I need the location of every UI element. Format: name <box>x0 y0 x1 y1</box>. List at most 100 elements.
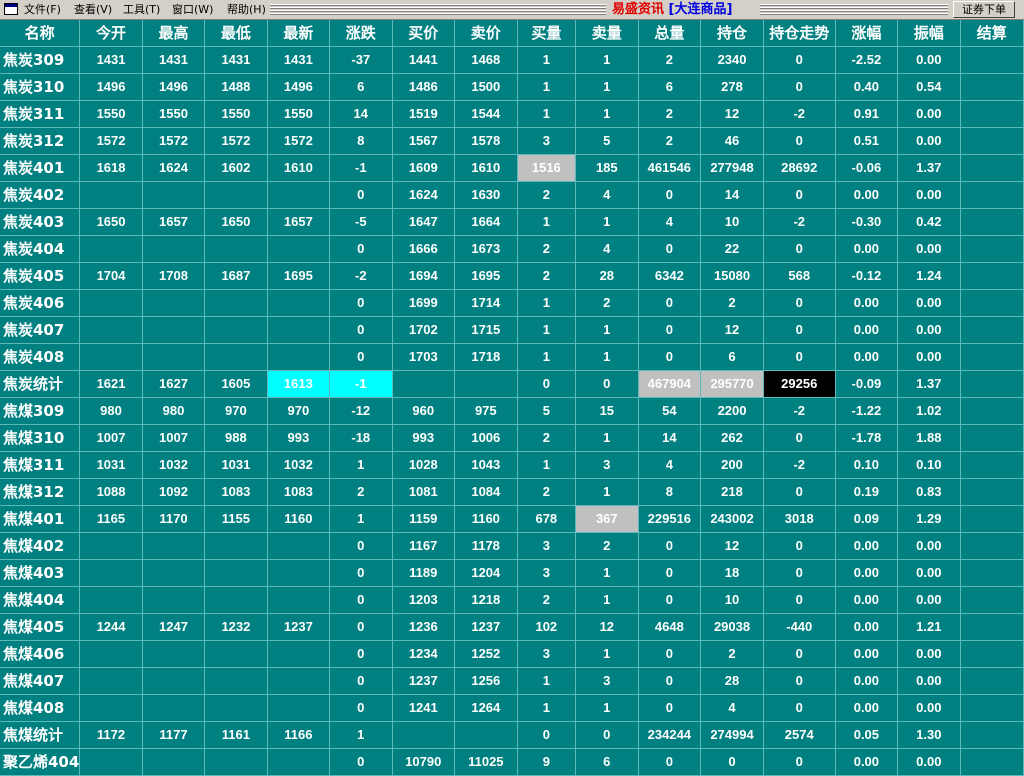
table-row[interactable]: 焦煤402 0 1167 1178 3 2 0 12 0 0.00 0.00 <box>0 532 1024 560</box>
table-row[interactable]: 焦煤408 0 1241 1264 1 1 0 4 0 0.00 0.00 <box>0 694 1024 722</box>
column-header[interactable]: 总量 <box>638 20 702 47</box>
column-header[interactable]: 最低 <box>204 20 268 47</box>
menu-window[interactable]: 窗口(W) <box>172 3 213 17</box>
table-row[interactable]: 焦煤406 0 1234 1252 3 1 0 2 0 0.00 0.00 <box>0 640 1024 668</box>
column-header[interactable]: 今开 <box>79 20 143 47</box>
securities-order-button[interactable]: 证券下单 <box>953 1 1015 18</box>
contract-name[interactable]: 焦炭405 <box>0 262 81 290</box>
table-row[interactable]: 焦炭408 0 1703 1718 1 1 0 6 0 0.00 0.00 <box>0 343 1024 371</box>
column-header[interactable]: 结算 <box>960 20 1024 47</box>
table-row[interactable]: 焦炭310 1496 1496 1488 1496 6 1486 1500 1 1 6 278 0 0.4… <box>0 73 1024 101</box>
table-row[interactable]: 焦煤312 1088 1092 1083 1083 2 1081 1084 2 1 8 218 0 0.1… <box>0 478 1024 506</box>
table-cell: 2 <box>638 46 702 74</box>
column-header[interactable]: 涨跌 <box>329 20 393 47</box>
table-cell: 1704 <box>79 262 143 290</box>
contract-name[interactable]: 焦炭统计 <box>0 370 81 398</box>
contract-name[interactable]: 焦炭310 <box>0 73 81 101</box>
contract-name[interactable]: 焦炭311 <box>0 100 81 128</box>
contract-name[interactable]: 焦炭403 <box>0 208 81 236</box>
column-header[interactable]: 卖价 <box>454 20 518 47</box>
column-header[interactable]: 振幅 <box>897 20 961 47</box>
table-row[interactable]: 焦炭402 0 1624 1630 2 4 0 14 0 0.00 0.00 <box>0 181 1024 209</box>
table-cell: 0.00 <box>897 181 961 209</box>
table-row[interactable]: 焦煤405 1244 1247 1232 1237 0 1236 1237 102 12 4648 2… <box>0 613 1024 641</box>
table-row[interactable]: 聚乙烯404 0 10790 11025 9 6 0 0 0 0.00 0.00 <box>0 748 1024 776</box>
table-row[interactable]: 焦煤310 1007 1007 988 993 -18 993 1006 2 1 14 262 0 -1.… <box>0 424 1024 452</box>
contract-name[interactable]: 焦煤407 <box>0 667 81 695</box>
contract-name[interactable]: 焦炭401 <box>0 154 81 182</box>
table-cell: 15080 <box>700 262 764 290</box>
table-row[interactable]: 焦煤407 0 1237 1256 1 3 0 28 0 0.00 0.00 <box>0 667 1024 695</box>
table-cell <box>454 370 518 398</box>
column-header[interactable]: 持仓 <box>700 20 764 47</box>
column-header[interactable]: 买价 <box>392 20 456 47</box>
contract-name[interactable]: 焦煤403 <box>0 559 81 587</box>
column-header[interactable]: 涨幅 <box>835 20 899 47</box>
table-cell: 0 <box>763 424 836 452</box>
table-cell: 0 <box>763 667 836 695</box>
table-row[interactable]: 焦炭统计 1621 1627 1605 1613 -1 0 0 467904 295770 2925… <box>0 370 1024 398</box>
contract-name[interactable]: 焦炭312 <box>0 127 81 155</box>
contract-name[interactable]: 焦炭407 <box>0 316 81 344</box>
column-header[interactable]: 买量 <box>517 20 577 47</box>
table-cell: 980 <box>142 397 206 425</box>
column-header[interactable]: 最新 <box>267 20 331 47</box>
table-cell: 11025 <box>454 748 518 776</box>
table-cell: 0 <box>329 343 393 371</box>
contract-name[interactable]: 焦煤402 <box>0 532 81 560</box>
table-cell: 1.30 <box>897 721 961 749</box>
table-cell: 0 <box>329 640 393 668</box>
table-cell <box>960 397 1024 425</box>
table-row[interactable]: 焦煤404 0 1203 1218 2 1 0 10 0 0.00 0.00 <box>0 586 1024 614</box>
table-row[interactable]: 焦煤311 1031 1032 1031 1032 1 1028 1043 1 3 4 200 -2 0.… <box>0 451 1024 479</box>
table-cell: 1092 <box>142 478 206 506</box>
table-cell: 1605 <box>204 370 268 398</box>
table-cell: 8 <box>329 127 393 155</box>
contract-name[interactable]: 聚乙烯404 <box>0 748 81 776</box>
contract-name[interactable]: 焦煤309 <box>0 397 81 425</box>
menu-help[interactable]: 帮助(H) <box>227 3 266 17</box>
table-row[interactable]: 焦煤统计 1172 1177 1161 1166 1 0 0 234244 274994 2574 0… <box>0 721 1024 749</box>
table-cell <box>142 640 206 668</box>
table-row[interactable]: 焦煤403 0 1189 1204 3 1 0 18 0 0.00 0.00 <box>0 559 1024 587</box>
table-cell: 0 <box>763 532 836 560</box>
contract-name[interactable]: 焦煤统计 <box>0 721 81 749</box>
contract-name[interactable]: 焦炭404 <box>0 235 81 263</box>
table-cell: 2574 <box>763 721 836 749</box>
menu-view[interactable]: 查看(V) <box>74 3 112 17</box>
table-row[interactable]: 焦炭403 1650 1657 1650 1657 -5 1647 1664 1 1 4 10 -2 -0… <box>0 208 1024 236</box>
app-window-icon[interactable] <box>4 3 18 15</box>
contract-name[interactable]: 焦炭309 <box>0 46 81 74</box>
table-row[interactable]: 焦炭401 1618 1624 1602 1610 -1 1609 1610 1516 185 46… <box>0 154 1024 182</box>
table-row[interactable]: 焦煤401 1165 1170 1155 1160 1 1159 1160 678 367 2295… <box>0 505 1024 533</box>
column-header[interactable]: 卖量 <box>575 20 639 47</box>
table-row[interactable]: 焦炭309 1431 1431 1431 1431 -37 1441 1468 1 1 2 2340 0… <box>0 46 1024 74</box>
table-cell: 1 <box>517 100 577 128</box>
contract-name[interactable]: 焦煤310 <box>0 424 81 452</box>
table-cell: 1172 <box>79 721 143 749</box>
table-row[interactable]: 焦炭311 1550 1550 1550 1550 14 1519 1544 1 1 2 12 -2 0.… <box>0 100 1024 128</box>
table-row[interactable]: 焦煤309 980 980 970 970 -12 960 975 5 15 54 2200 -2 -1.… <box>0 397 1024 425</box>
contract-name[interactable]: 焦煤406 <box>0 640 81 668</box>
contract-name[interactable]: 焦煤404 <box>0 586 81 614</box>
column-header[interactable]: 持仓走势 <box>763 20 836 47</box>
contract-name[interactable]: 焦炭408 <box>0 343 81 371</box>
contract-name[interactable]: 焦炭402 <box>0 181 81 209</box>
table-row[interactable]: 焦炭406 0 1699 1714 1 2 0 2 0 0.00 0.00 <box>0 289 1024 317</box>
table-row[interactable]: 焦炭407 0 1702 1715 1 1 0 12 0 0.00 0.00 <box>0 316 1024 344</box>
table-row[interactable]: 焦炭312 1572 1572 1572 1572 8 1567 1578 3 5 2 46 0 0.51… <box>0 127 1024 155</box>
column-header[interactable]: 名称 <box>0 20 81 47</box>
table-row[interactable]: 焦炭405 1704 1708 1687 1695 -2 1694 1695 2 28 6342 15… <box>0 262 1024 290</box>
contract-name[interactable]: 焦煤312 <box>0 478 81 506</box>
table-cell: 0.10 <box>897 451 961 479</box>
menu-tools[interactable]: 工具(T) <box>123 3 160 17</box>
contract-name[interactable]: 焦煤311 <box>0 451 81 479</box>
contract-name[interactable]: 焦煤408 <box>0 694 81 722</box>
menu-file[interactable]: 文件(F) <box>24 3 61 17</box>
column-header[interactable]: 最高 <box>142 20 206 47</box>
contract-name[interactable]: 焦炭406 <box>0 289 81 317</box>
table-cell: 1170 <box>142 505 206 533</box>
contract-name[interactable]: 焦煤405 <box>0 613 81 641</box>
contract-name[interactable]: 焦煤401 <box>0 505 81 533</box>
table-row[interactable]: 焦炭404 0 1666 1673 2 4 0 22 0 0.00 0.00 <box>0 235 1024 263</box>
